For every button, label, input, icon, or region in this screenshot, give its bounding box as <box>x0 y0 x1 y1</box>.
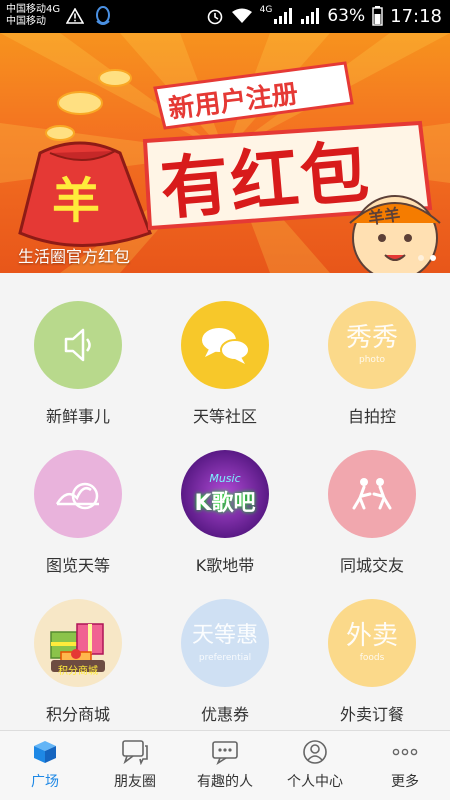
banner-caption: 生活圈官方红包 <box>18 247 131 266</box>
tile-watermark: 秀秀 <box>345 323 398 353</box>
chat-bubbles-icon <box>181 301 269 389</box>
tile-takeout[interactable]: 外卖 foods 外卖订餐 <box>297 599 447 725</box>
karaoke-icon: Music K歌吧 <box>181 450 269 538</box>
photo-icon: 秀秀 photo <box>328 301 416 389</box>
carrier-label-2: 中国移动 <box>6 16 46 27</box>
friends-icon <box>328 450 416 538</box>
bottom-tab-bar: 广场 朋友圈 有趣的人 个人中心 更多 <box>0 730 450 800</box>
tab-more[interactable]: 更多 <box>360 731 450 800</box>
tile-selfie[interactable]: 秀秀 photo 自拍控 <box>297 301 447 427</box>
alarm-icon <box>207 9 222 25</box>
carrier-info: 中国移动4G 中国移动 <box>6 4 60 28</box>
more-dots-icon <box>392 748 418 756</box>
tile-label: 外卖订餐 <box>339 705 404 724</box>
tile-watermark: 天等惠 <box>191 623 258 648</box>
pager-dot <box>418 255 424 261</box>
bag-symbol: 羊 <box>52 173 101 229</box>
tile-watermark-sub: foods <box>359 653 385 663</box>
mascot-text: 羊羊 <box>367 204 402 229</box>
tile-tulan[interactable]: 图览天等 <box>3 450 153 576</box>
tile-label: 优惠券 <box>200 705 249 724</box>
tile-label: 新鲜事儿 <box>45 407 110 426</box>
tile-friends[interactable]: 同城交友 <box>297 450 447 576</box>
gift-icon: 积分商城 <box>34 599 122 687</box>
pager-dot-active <box>430 255 436 261</box>
takeout-icon: 外卖 foods <box>328 599 416 687</box>
clock-time: 17:18 <box>390 5 442 27</box>
battery-percent: 63% <box>327 6 366 26</box>
tile-label: 同城交友 <box>339 556 404 575</box>
scenery-icon <box>34 450 122 538</box>
chat-icon <box>122 740 148 765</box>
banner-headline-big: 有红包 <box>157 132 374 230</box>
tile-watermark-sub: photo <box>359 355 385 365</box>
tile-coupon[interactable]: 天等惠 preferential 优惠券 <box>150 599 300 725</box>
tab-personal-center[interactable]: 个人中心 <box>270 731 360 800</box>
signal-icon-1 <box>274 8 293 24</box>
warning-icon <box>66 8 84 24</box>
qq-penguin-icon <box>96 6 110 25</box>
speaker-icon <box>34 301 122 389</box>
tile-label: 自拍控 <box>347 407 396 426</box>
feature-grid: 新鲜事儿 天等社区 秀秀 photo 自拍控 图览天等 Music K歌吧 K歌… <box>0 273 450 730</box>
signal-icon-2 <box>301 8 320 24</box>
tile-watermark-sub: preferential <box>198 653 252 663</box>
person-icon <box>303 740 327 764</box>
tile-label: K歌地带 <box>195 556 255 575</box>
tile-watermark-sub: Music <box>209 471 241 485</box>
tab-label: 朋友圈 <box>114 774 156 790</box>
tile-watermark: 外卖 <box>345 621 398 651</box>
message-dots-icon <box>212 741 238 765</box>
tile-community[interactable]: 天等社区 <box>150 301 300 427</box>
tab-label: 有趣的人 <box>197 774 253 790</box>
cube-icon <box>34 741 56 763</box>
tab-square[interactable]: 广场 <box>0 731 90 800</box>
tile-watermark: 积分商城 <box>58 666 98 677</box>
tile-karaoke[interactable]: Music K歌吧 K歌地带 <box>150 450 300 576</box>
tab-label: 更多 <box>391 774 419 790</box>
tile-watermark: K歌吧 <box>194 490 256 516</box>
status-bar: 中国移动4G 中国移动 4G 63% 17:18 <box>0 0 450 33</box>
tile-mall[interactable]: 积分商城 积分商城 <box>3 599 153 725</box>
tab-interesting-people[interactable]: 有趣的人 <box>180 731 270 800</box>
tile-label: 天等社区 <box>192 407 257 426</box>
battery-icon <box>372 6 383 26</box>
tab-label: 个人中心 <box>287 774 343 790</box>
network-type-badge: 4G <box>259 5 273 15</box>
tile-label: 积分商城 <box>45 705 110 724</box>
tab-friends-circle[interactable]: 朋友圈 <box>90 731 180 800</box>
tile-xinxianshi[interactable]: 新鲜事儿 <box>3 301 153 427</box>
coupon-icon: 天等惠 preferential <box>181 599 269 687</box>
tile-label: 图览天等 <box>45 556 110 575</box>
tab-label: 广场 <box>31 774 59 790</box>
wifi-icon <box>231 8 252 23</box>
carrier-label-1: 中国移动4G <box>6 4 61 15</box>
promo-banner[interactable]: 新用户注册 有红包 羊 羊羊 生活圈官方红包 <box>0 33 450 273</box>
banner-pager <box>418 255 436 261</box>
